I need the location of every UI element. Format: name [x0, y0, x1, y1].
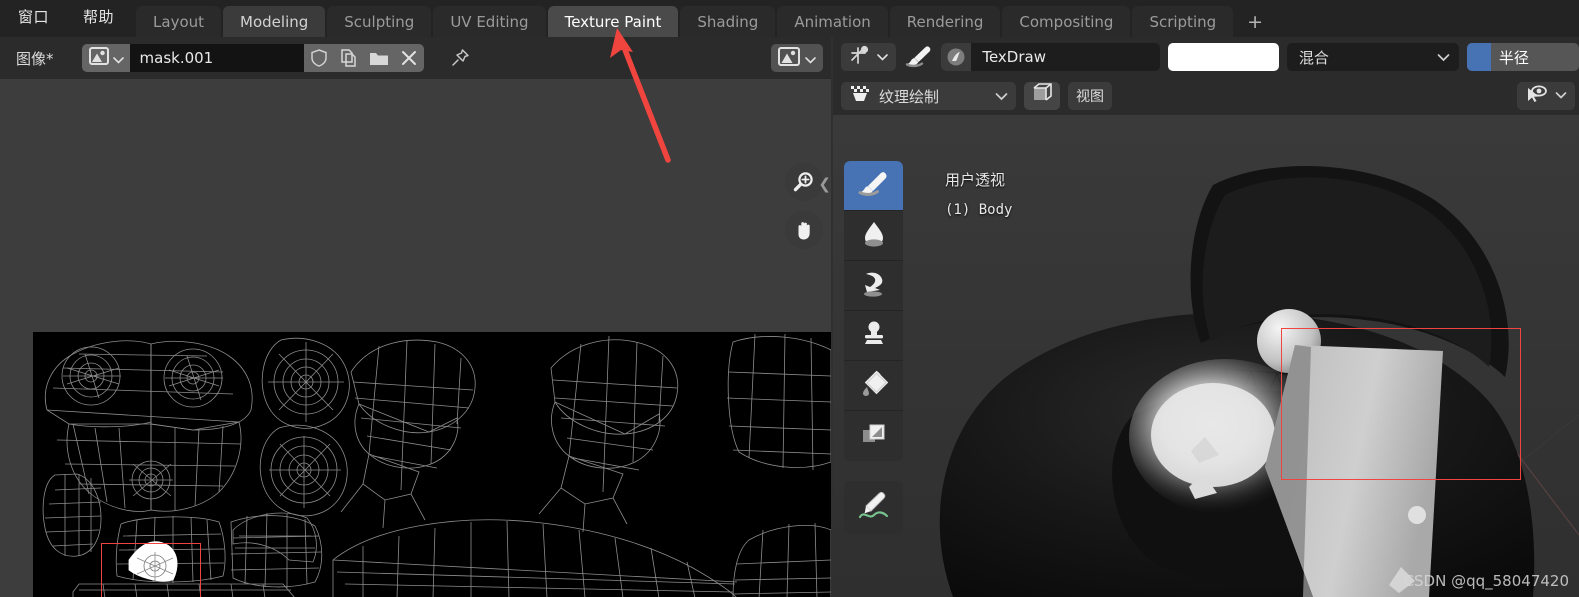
viewport-canvas[interactable]: 用户透视 (1) Body CSDN @qq_58047420: [833, 115, 1579, 597]
radius-label: 半径: [1498, 48, 1529, 67]
image-editor-canvas[interactable]: ❮: [0, 79, 831, 597]
menu-help[interactable]: 帮助: [79, 4, 118, 33]
mask-icon: [859, 420, 889, 452]
mode-label: 纹理绘制: [879, 87, 940, 106]
blend-mode-dropdown[interactable]: 混合: [1286, 43, 1459, 71]
watermark: CSDN @qq_58047420: [1403, 572, 1569, 590]
clone-stamp-icon: [859, 320, 889, 352]
image-name-field[interactable]: mask.001: [129, 44, 304, 72]
zoom-icon[interactable]: [785, 163, 823, 201]
tab-animation[interactable]: Animation: [777, 6, 888, 37]
tab-scripting[interactable]: Scripting: [1132, 6, 1234, 37]
active-object-label: (1) Body: [945, 202, 1013, 218]
smear-icon: [858, 270, 890, 302]
chevron-down-icon: [805, 49, 816, 68]
viewport-toolbar-annotate-group: [844, 481, 903, 535]
tab-compositing[interactable]: Compositing: [1002, 6, 1131, 37]
image-display-icon: [778, 46, 800, 70]
object-shading-toggle[interactable]: [1024, 82, 1060, 110]
viewport-header-right: [1517, 82, 1579, 110]
tool-mask[interactable]: [844, 411, 903, 461]
tab-modeling[interactable]: Modeling: [223, 6, 326, 37]
visibility-icon: [1525, 84, 1549, 108]
viewport-header-row1: TexDraw 混合 半径: [833, 37, 1579, 77]
chevron-down-icon: [1555, 88, 1567, 104]
tab-rendering[interactable]: Rendering: [889, 6, 1001, 37]
tool-draw[interactable]: [844, 161, 903, 211]
editor-type-dropdown[interactable]: [841, 43, 896, 71]
uv-selection-rect: [101, 543, 201, 597]
view-perspective-label: 用户透视: [945, 171, 1006, 189]
image-datablock-label: 图像*: [16, 49, 54, 68]
image-type-dropdown[interactable]: [81, 44, 130, 72]
menu-bar: 窗口 帮助: [0, 0, 124, 37]
tool-soften[interactable]: [844, 211, 903, 261]
chevron-down-icon: [112, 49, 124, 68]
hand-icon[interactable]: [785, 211, 823, 249]
fake-user-shield-icon[interactable]: [303, 44, 334, 72]
workspace-tabs: Layout Modeling Sculpting UV Editing Tex…: [136, 0, 1277, 37]
image-editor-nav-gizmos: [785, 163, 823, 249]
active-tool-brush-icon[interactable]: [904, 45, 933, 69]
annotate-pencil-icon: [857, 491, 891, 525]
brush-datablock[interactable]: TexDraw: [941, 43, 1161, 71]
viewport-annotation-rect: [1281, 328, 1521, 480]
viewport-info-overlay: 用户透视 (1) Body: [945, 165, 1012, 225]
texture-paint-mode-icon: [849, 84, 871, 108]
add-workspace-tab-button[interactable]: +: [1235, 6, 1275, 37]
chevron-left-icon[interactable]: ❮: [818, 175, 831, 193]
brush-radius-slider[interactable]: 半径: [1466, 43, 1579, 71]
top-bar: 窗口 帮助 Layout Modeling Sculpting UV Editi…: [0, 0, 1579, 37]
chevron-down-icon: [995, 87, 1008, 105]
blender-window: 窗口 帮助 Layout Modeling Sculpting UV Editi…: [0, 0, 1579, 597]
brush-icon: [858, 170, 890, 202]
viewport-header-row2: 纹理绘制 视图: [833, 77, 1579, 115]
image-editor-header-right: [771, 44, 823, 72]
tab-texture-paint[interactable]: Texture Paint: [547, 6, 679, 37]
visibility-selectability-dropdown[interactable]: [1517, 82, 1575, 110]
tool-annotate[interactable]: [844, 481, 903, 535]
open-folder-icon[interactable]: [363, 44, 394, 72]
view-menu-label: 视图: [1076, 89, 1104, 105]
chevron-down-icon: [1437, 48, 1450, 66]
image-editor: 图像* mask.001 ❮: [0, 37, 831, 597]
radius-slider-fill: [1466, 43, 1491, 71]
viewport-toolbar: [844, 161, 903, 461]
image-datablock: mask.001: [81, 44, 424, 72]
chevron-down-icon: [877, 49, 888, 65]
pin-icon[interactable]: [446, 44, 474, 72]
menu-window[interactable]: 窗口: [14, 4, 53, 33]
tab-uv-editing[interactable]: UV Editing: [433, 6, 546, 37]
interaction-mode-dropdown[interactable]: 纹理绘制: [841, 82, 1016, 110]
image-editor-header: 图像* mask.001: [0, 37, 831, 79]
tab-shading[interactable]: Shading: [680, 6, 776, 37]
3d-viewport: TexDraw 混合 半径 纹理绘制 视图 用户透视 (1) Body CSDN…: [833, 37, 1579, 597]
image-display-dropdown[interactable]: [771, 44, 823, 72]
brush-color-swatch[interactable]: [1168, 43, 1279, 71]
tool-fill[interactable]: [844, 361, 903, 411]
object-icon: [1031, 83, 1053, 109]
paint-bucket-icon: [859, 370, 889, 402]
tool-clone[interactable]: [844, 311, 903, 361]
duplicate-copy-icon[interactable]: [333, 44, 364, 72]
unlink-x-icon[interactable]: [393, 44, 424, 72]
brush-data-icon: [941, 43, 972, 71]
uv-texture-image[interactable]: [33, 332, 831, 597]
droplet-icon: [859, 220, 889, 252]
tab-layout[interactable]: Layout: [136, 6, 222, 37]
3dview-editor-icon: [849, 45, 871, 69]
tool-smear[interactable]: [844, 261, 903, 311]
blend-mode-label: 混合: [1298, 48, 1329, 67]
tab-sculpting[interactable]: Sculpting: [327, 6, 432, 37]
brush-name: TexDraw: [982, 48, 1046, 66]
image-data-icon: [88, 47, 109, 69]
view-menu[interactable]: 视图: [1068, 82, 1112, 110]
